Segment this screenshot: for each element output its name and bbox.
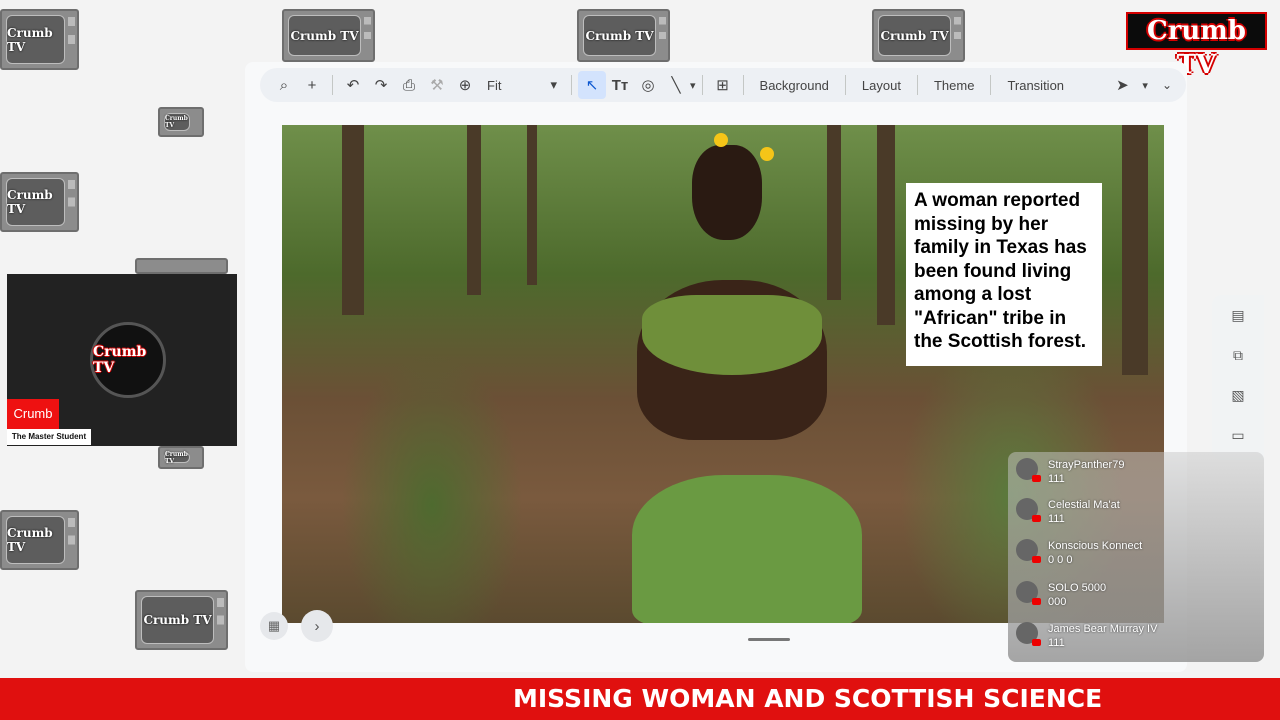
paint-format-icon[interactable]: ⚒ [423, 71, 451, 99]
comment-icon[interactable]: ⊞ [709, 71, 737, 99]
slide-caption[interactable]: A woman reported missing by her family i… [906, 183, 1102, 366]
tree-trunk [527, 125, 537, 285]
toolbar-divider [844, 75, 846, 95]
zoom-select[interactable]: Fit ▾ [479, 77, 565, 93]
news-ticker: MISSING WOMAN AND SCOTTISH SCIENCE [0, 678, 1280, 720]
select-icon[interactable]: ↖ [578, 71, 606, 99]
tree-trunk [827, 125, 841, 300]
toolbar-divider [916, 75, 918, 95]
chevron-down-icon[interactable]: ▾ [1142, 79, 1148, 92]
avatar [1016, 622, 1041, 646]
zoom-icon[interactable]: ⊕ [451, 71, 479, 99]
streamer-subtitle: The Master Student [7, 429, 91, 445]
theme-button[interactable]: Theme [924, 78, 984, 93]
folder-icon[interactable]: ▭ [1212, 415, 1264, 455]
toolbar-right-group: ➤ ▾ ⌄ [1108, 71, 1186, 99]
tv-logo-decoration: Crumb TV [872, 9, 965, 62]
chat-message: StrayPanther79 111 [1016, 458, 1124, 492]
avatar [1016, 498, 1041, 522]
chevron-down-icon: ▾ [550, 77, 557, 92]
avatar [1016, 581, 1041, 605]
flower [714, 133, 728, 147]
redo-icon[interactable]: ↷ [367, 71, 395, 99]
chat-username: James Bear Murray IV [1048, 623, 1158, 635]
chat-text: 000 [1048, 596, 1067, 608]
chat-text: 111 [1048, 637, 1065, 649]
chevron-right-icon[interactable]: › [301, 610, 333, 642]
keep-notes-icon[interactable]: ▧ [1212, 375, 1264, 415]
crumb-tv-round-logo: Crumb TV [90, 322, 166, 398]
chat-text: 0 0 0 [1048, 554, 1073, 566]
toolbar-divider [701, 75, 703, 95]
tv-logo-decoration: Crumb TV [0, 172, 79, 232]
chat-message: James Bear Murray IV 111 [1016, 622, 1157, 656]
search-icon[interactable]: ⌕ [270, 71, 298, 99]
pen-tool-icon[interactable]: ➤ [1108, 71, 1136, 99]
tree-trunk [877, 125, 895, 325]
side-panel: ▤ ⧉ ▧ ▭ [1212, 295, 1264, 460]
tv-logo-decoration: Crumb TV [158, 446, 204, 469]
line-icon[interactable]: ╲ [662, 71, 690, 99]
crumb-tv-logo: Crumb TV [1126, 12, 1267, 80]
chat-username: StrayPanther79 [1048, 459, 1125, 471]
add-icon[interactable]: + [298, 71, 326, 99]
tv-logo-decoration: Crumb TV [577, 9, 670, 62]
chat-text: 111 [1048, 513, 1065, 525]
chat-message: Celestial Ma'at 111 [1016, 498, 1120, 532]
grid-view-icon[interactable]: ▦ [260, 612, 288, 640]
shape-icon[interactable]: ◎ [634, 71, 662, 99]
resize-handle[interactable] [748, 638, 790, 641]
tv-logo-decoration: Crumb TV [158, 107, 204, 137]
print-icon[interactable]: ⎙ [395, 71, 423, 99]
toolbar-divider [990, 75, 992, 95]
tree-trunk [1122, 125, 1148, 375]
tv-logo-decoration: Crumb TV [0, 510, 79, 570]
chat-message: Konscious Konnect 0 0 0 [1016, 539, 1142, 573]
toolbar-divider [571, 75, 572, 95]
editor-toolbar: ⌕ + ↶ ↷ ⎙ ⚒ ⊕ Fit ▾ ↖ Tᴛ ◎ ╲ ▾ ⊞ Backgrou… [260, 68, 1186, 102]
leaf-skirt [632, 475, 862, 623]
undo-icon[interactable]: ↶ [339, 71, 367, 99]
chat-text: 111 [1048, 473, 1065, 485]
chevron-down-icon[interactable]: ▾ [690, 79, 696, 92]
chat-username: SOLO 5000 [1048, 582, 1107, 594]
leaf-top [642, 295, 822, 375]
streamer-name: Crumb [7, 399, 59, 429]
tree-trunk [342, 125, 364, 315]
collapse-toolbar-icon[interactable]: ⌄ [1162, 78, 1172, 92]
background-button[interactable]: Background [750, 78, 839, 93]
avatar [1016, 458, 1041, 482]
flower [760, 147, 774, 161]
layout-button[interactable]: Layout [852, 78, 911, 93]
text-box-icon[interactable]: Tᴛ [606, 71, 634, 99]
tv-logo-decoration: Crumb TV [0, 9, 79, 70]
tv-logo-decoration: Crumb TV [282, 9, 375, 62]
toolbar-divider [332, 75, 333, 95]
transition-button[interactable]: Transition [997, 78, 1074, 93]
toolbar-divider [742, 75, 744, 95]
chat-message: SOLO 5000 000 [1016, 581, 1106, 615]
slides-gallery-icon[interactable]: ⧉ [1212, 335, 1264, 375]
person-head [692, 145, 762, 240]
captions-icon[interactable]: ▤ [1212, 295, 1264, 335]
tree-trunk [467, 125, 481, 295]
avatar [1016, 539, 1041, 563]
zoom-value: Fit [487, 77, 502, 93]
chat-username: Konscious Konnect [1048, 540, 1143, 552]
chat-username: Celestial Ma'at [1048, 499, 1120, 511]
tv-logo-decoration: Crumb TV [135, 590, 228, 650]
tv-logo-decoration [135, 258, 228, 274]
